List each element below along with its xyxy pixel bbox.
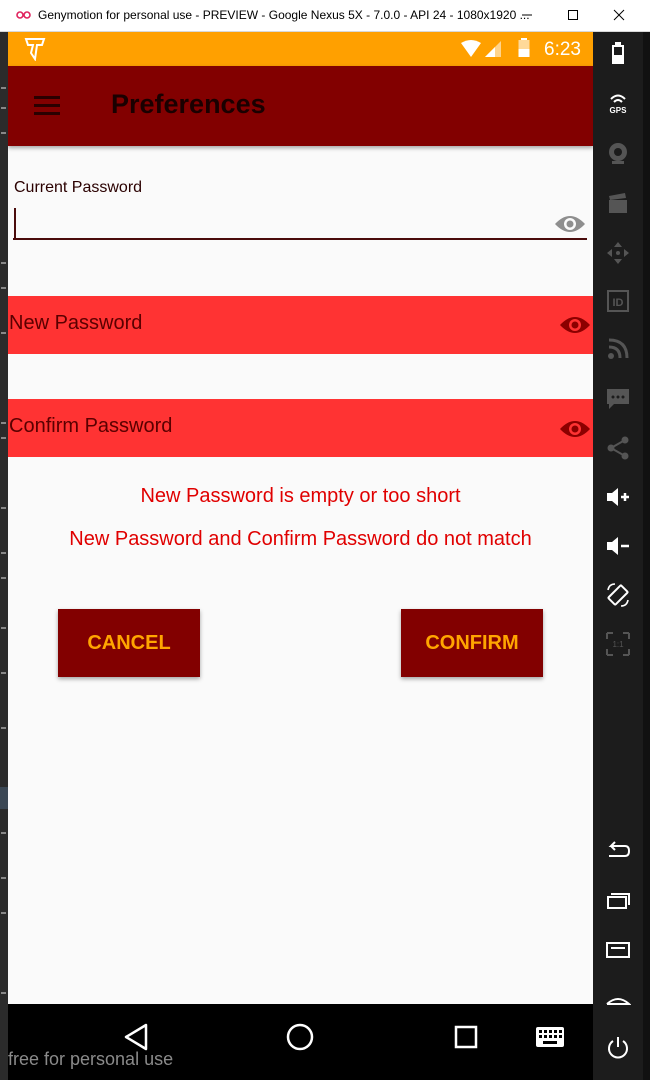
close-icon [613,9,625,21]
svg-text:GPS: GPS [610,106,628,115]
power-icon[interactable] [605,1034,631,1060]
current-password-label: Current Password [14,179,143,196]
window-title-bar: Genymotion for personal use - PREVIEW - … [0,0,650,32]
confirm-button[interactable]: CONFIRM [401,609,543,677]
minimize-icon [522,14,532,16]
confirm-password-field[interactable]: Confirm Password [8,399,593,457]
error-message: New Password is empty or too short [140,485,461,507]
battery-icon[interactable] [605,40,631,66]
window-title: Genymotion for personal use - PREVIEW - … [38,8,530,22]
emulator-side-panel: GPS ID 1:1 [593,32,643,1080]
share-icon[interactable] [605,435,631,461]
message-icon[interactable] [605,386,631,412]
recents-icon[interactable] [453,1022,479,1052]
rotate-icon[interactable] [605,582,631,608]
back-icon[interactable] [605,838,631,864]
current-password-input[interactable] [13,206,587,240]
new-password-field[interactable]: New Password [8,296,593,354]
video-icon[interactable] [605,190,631,216]
svg-text:ID: ID [613,297,624,309]
page-title: Preferences [111,89,266,119]
status-time: 6:23 [544,39,581,60]
confirm-password-visibility-icon[interactable] [559,419,591,439]
window-edge [643,32,650,1080]
volume-down-icon[interactable] [605,533,631,559]
home-icon[interactable] [285,1022,315,1052]
rss-icon[interactable] [605,336,631,362]
new-password-visibility-icon[interactable] [559,315,591,335]
back-icon[interactable] [122,1022,150,1052]
keyboard-icon[interactable] [535,1026,565,1048]
minimize-button[interactable] [504,0,550,31]
scale-icon[interactable]: 1:1 [605,631,631,657]
id-icon[interactable]: ID [605,288,631,314]
text-cursor [14,208,16,238]
battery-icon [518,38,530,57]
maximize-icon [568,10,578,20]
cancel-button[interactable]: CANCEL [58,609,200,677]
volume-up-icon[interactable] [605,484,631,510]
error-message: New Password and Confirm Password do not… [69,528,532,550]
menu-icon[interactable] [605,937,631,963]
maximize-button[interactable] [550,0,596,31]
background-ide-sliver [0,32,8,1080]
gps-icon[interactable]: GPS [605,90,631,116]
recent-apps-icon[interactable] [605,888,631,914]
watermark-text: free for personal use [8,1049,174,1069]
status-bar: 6:23 [8,32,593,66]
app-toolbar: Preferences [8,66,593,146]
home-icon[interactable] [605,986,631,1012]
app-shield-icon [24,38,46,61]
confirm-password-placeholder: Confirm Password [9,415,173,437]
new-password-placeholder: New Password [9,312,143,334]
dpad-icon[interactable] [605,240,631,266]
genymotion-logo-icon [16,11,31,19]
camera-icon[interactable] [605,140,631,166]
phone-screen: 6:23 Preferences Current Password New Pa… [8,32,593,1004]
current-password-visibility-icon[interactable] [554,214,586,234]
wifi-icon [461,40,481,57]
signal-icon [485,41,501,57]
close-button[interactable] [596,0,642,31]
hamburger-menu-icon[interactable] [34,96,60,116]
svg-text:1:1: 1:1 [612,640,624,649]
